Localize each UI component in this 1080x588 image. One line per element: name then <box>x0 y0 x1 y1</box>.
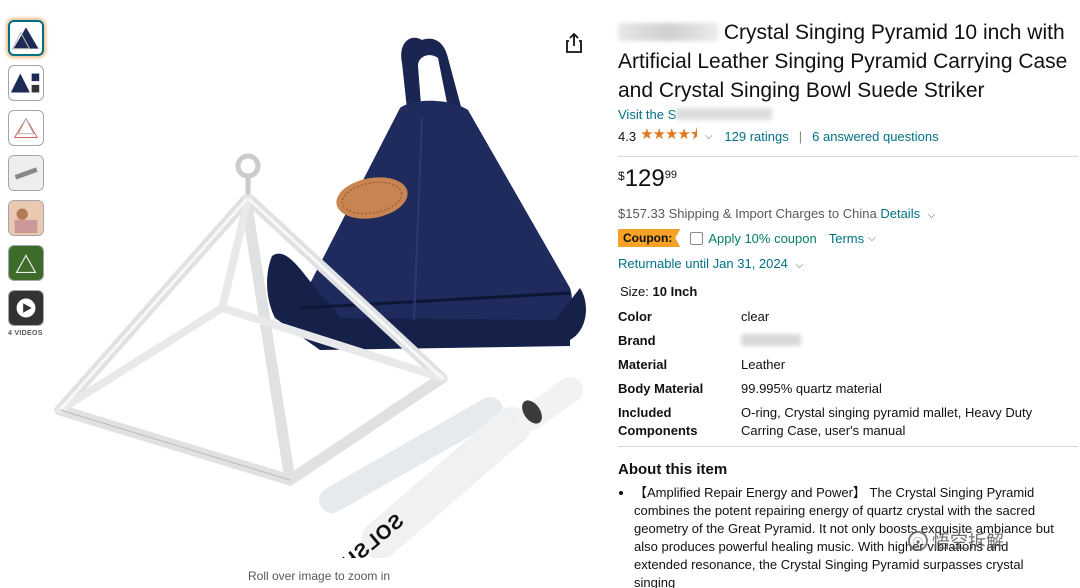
zoom-hint-text: Roll over image to zoom in <box>248 569 391 583</box>
spec-value: O-ring, Crystal singing pyramid mallet, … <box>741 405 1033 438</box>
about-this-item-heading: About this item <box>618 461 728 478</box>
coupon-badge: Coupon: <box>618 229 681 247</box>
carrying-case-graphic <box>267 37 586 350</box>
apply-coupon-label[interactable]: Apply 10% coupon <box>708 231 816 246</box>
coupon-terms-link[interactable]: Terms <box>829 231 864 246</box>
thumbnail-case-detail[interactable] <box>8 65 44 101</box>
videos-count-label[interactable]: 4 VIDEOS <box>8 330 48 337</box>
thumbnail-video[interactable] <box>8 290 44 326</box>
size-label: Size: <box>620 284 649 299</box>
spec-value: Leather <box>741 357 786 372</box>
product-specs-table: Color clear Brand Material Leather Body … <box>618 308 1078 440</box>
spec-row-body-material: Body Material 99.995% quartz material <box>618 380 1078 398</box>
thumbnail-lifestyle-person[interactable] <box>8 200 44 236</box>
rating-value: 4.3 <box>618 129 637 144</box>
returnable-link[interactable]: Returnable until Jan 31, 2024 ⌵ <box>618 256 1078 271</box>
spec-key: Included Components <box>618 405 698 438</box>
price-whole: 129 <box>624 165 665 192</box>
spec-row-brand: Brand <box>618 332 1078 350</box>
price-fraction: 99 <box>664 169 677 181</box>
star-rating-icon[interactable]: ★★★★⯨ <box>640 124 698 149</box>
spec-key: Material <box>618 357 668 372</box>
separator: | <box>798 129 803 144</box>
blurred-brand-name <box>618 23 718 41</box>
blurred-store-name <box>676 108 773 120</box>
spec-value: clear <box>741 309 770 324</box>
product-info-panel: Crystal Singing Pyramid 10 inch with Art… <box>618 18 1078 588</box>
share-icon[interactable] <box>563 32 585 54</box>
ratings-count-link[interactable]: 129 ratings <box>724 129 788 144</box>
thumbnail-pyramid-with-case[interactable] <box>8 20 44 56</box>
spec-key: Color <box>618 309 652 324</box>
store-link-text[interactable]: Visit the S <box>618 107 676 122</box>
answered-questions-link[interactable]: 6 answered questions <box>812 129 938 144</box>
spec-row-material: Material Leather <box>618 356 1078 374</box>
spec-value <box>741 332 1078 350</box>
chevron-down-icon[interactable]: ⌵ <box>928 210 936 221</box>
coupon-checkbox[interactable] <box>690 231 704 245</box>
shipping-text: $157.33 Shipping & Import Charges to Chi… <box>618 206 877 221</box>
shipping-details-link[interactable]: Details <box>880 206 920 221</box>
price-symbol: $ <box>618 169 625 183</box>
thumbnail-mallet[interactable] <box>8 155 44 191</box>
divider <box>618 446 1078 447</box>
store-link[interactable]: Visit the S <box>618 107 1078 122</box>
product-photo: SOLSHINE <box>54 37 586 558</box>
wechat-icon: ⦿ <box>908 531 928 551</box>
main-product-image[interactable]: SOLSHINE <box>50 18 610 558</box>
product-title: Crystal Singing Pyramid 10 inch with Art… <box>618 18 1078 105</box>
chevron-down-icon[interactable]: ⌵ <box>795 260 803 271</box>
spec-row-included-components: Included Components O-ring, Crystal sing… <box>618 404 1078 440</box>
coupon-row: Coupon: Apply 10% coupon Terms ⌵ <box>618 229 1078 247</box>
size-value: 10 Inch <box>652 284 698 299</box>
size-selector: Size: 10 Inch <box>618 284 1078 299</box>
thumbnail-dimensions[interactable] <box>8 110 44 146</box>
chevron-down-icon[interactable]: ⌵ <box>705 131 713 142</box>
shipping-info: $157.33 Shipping & Import Charges to Chi… <box>618 206 1078 221</box>
spec-row-color: Color clear <box>618 308 1078 326</box>
chevron-down-icon[interactable]: ⌵ <box>868 233 876 244</box>
thumbnail-strip: 4 VIDEOS <box>8 20 48 337</box>
spec-value: 99.995% quartz material <box>741 381 882 396</box>
watermark-text: 悟空拆解 <box>932 532 1004 552</box>
thumbnail-lifestyle-outdoor[interactable] <box>8 245 44 281</box>
returnable-text[interactable]: Returnable until Jan 31, 2024 <box>618 256 788 271</box>
blurred-brand-value <box>741 334 801 346</box>
mallet-and-tube-graphic: SOLSHINE <box>310 377 583 558</box>
price: $ 129 99 <box>618 166 1078 192</box>
rating-row: 4.3 ★★★★⯨ ⌵ 129 ratings | 6 answered que… <box>618 124 1078 149</box>
watermark: ⦿ 悟空拆解 <box>908 528 1004 554</box>
divider <box>618 156 1078 157</box>
spec-key: Body Material <box>618 381 704 396</box>
spec-key: Brand <box>618 333 656 348</box>
